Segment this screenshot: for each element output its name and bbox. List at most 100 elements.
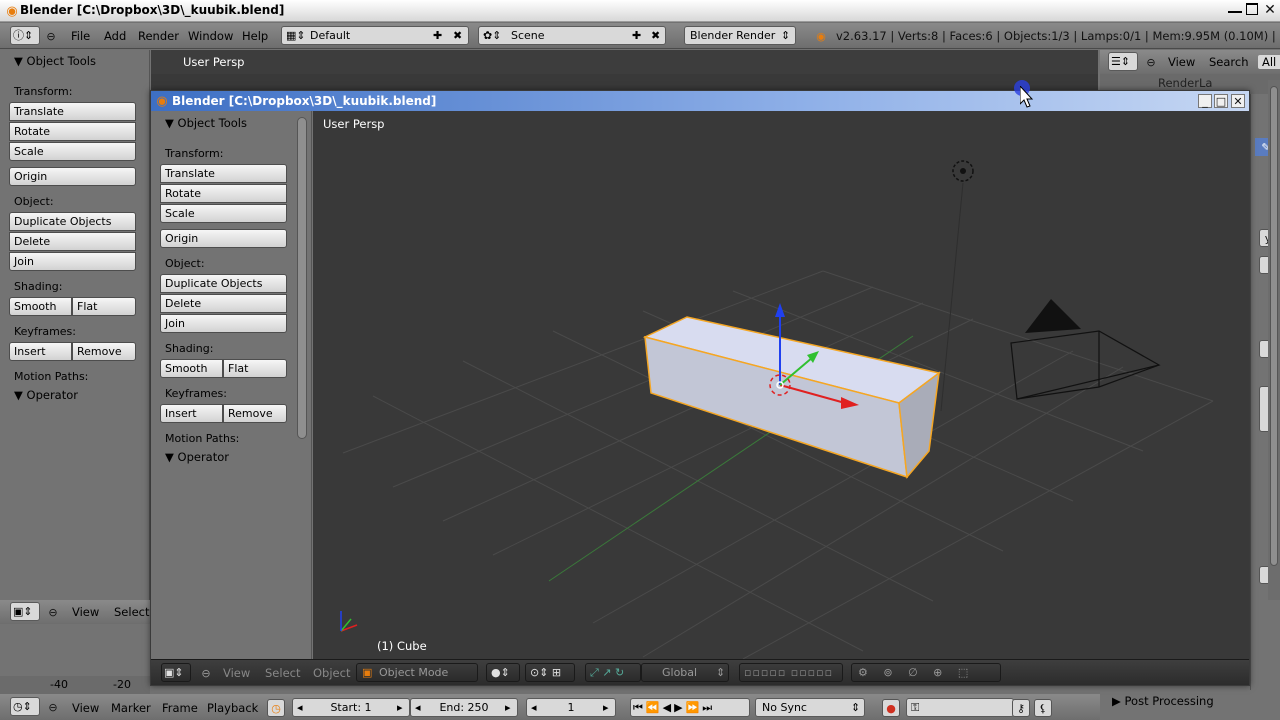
menu-add[interactable]: Add bbox=[104, 29, 126, 43]
remove-keyframe-button[interactable]: Remove bbox=[223, 404, 287, 423]
outliner-filter[interactable]: All S bbox=[1258, 55, 1280, 69]
origin-button[interactable]: Origin bbox=[160, 229, 287, 248]
maximize-icon[interactable]: □ bbox=[1214, 94, 1228, 108]
outer-scrollbar[interactable] bbox=[1268, 80, 1280, 600]
delete-keyframe-icon[interactable]: ⚸ bbox=[1034, 699, 1052, 717]
flat-button[interactable]: Flat bbox=[223, 359, 287, 378]
join-button[interactable]: Join bbox=[160, 314, 287, 333]
outliner-search-menu[interactable]: Search bbox=[1209, 55, 1249, 69]
inner-view-menu[interactable]: View bbox=[223, 666, 250, 680]
outer-tools-title[interactable]: ▼ Object Tools bbox=[14, 54, 96, 68]
transform-orientation-selector[interactable]: Global ⇕ bbox=[641, 663, 729, 682]
jump-keyframe-forward-icon[interactable]: ⏩ bbox=[686, 701, 703, 714]
outer-duplicate-button[interactable]: Duplicate Objects bbox=[9, 212, 136, 231]
outer-select-menu[interactable]: Select bbox=[114, 605, 149, 619]
sync-mode-selector[interactable]: No Sync ⇕ bbox=[755, 698, 865, 717]
rotate-button[interactable]: Rotate bbox=[160, 184, 287, 203]
jump-keyframe-back-icon[interactable]: ⏪ bbox=[646, 701, 663, 714]
duplicate-objects-button[interactable]: Duplicate Objects bbox=[160, 274, 287, 293]
record-icon[interactable]: ● bbox=[882, 699, 900, 717]
screen-layout-selector[interactable]: ▦⇕ Default ✚ ✖ bbox=[281, 26, 469, 45]
inner-3d-viewport[interactable]: User Persp (1) Cube bbox=[313, 111, 1249, 659]
maximize-icon[interactable] bbox=[1246, 3, 1258, 15]
inner-tools-title[interactable]: ▼ Object Tools bbox=[165, 116, 247, 130]
add-scene-icon[interactable]: ✚ bbox=[632, 27, 641, 44]
keying-set-field[interactable]: ⚿ bbox=[906, 698, 1014, 717]
post-processing-panel[interactable]: ▶ Post Processing bbox=[1112, 694, 1214, 708]
remove-layout-icon[interactable]: ✖ bbox=[453, 27, 462, 44]
jump-end-icon[interactable]: ⏭ bbox=[702, 701, 715, 714]
inner-title-bar[interactable]: ◉ Blender [C:\Dropbox\3D\_kuubik.blend] … bbox=[151, 91, 1249, 111]
current-frame-field[interactable]: ◂ 1 ▸ bbox=[526, 698, 616, 717]
outer-scale-button[interactable]: Scale bbox=[9, 142, 136, 161]
outer-smooth-button[interactable]: Smooth bbox=[9, 297, 72, 316]
minimize-icon[interactable] bbox=[1228, 3, 1242, 13]
arrow-left-icon[interactable]: ◂ bbox=[297, 699, 303, 716]
collapse-menu-icon[interactable]: ⊖ bbox=[44, 29, 58, 43]
jump-start-icon[interactable]: ⏮ bbox=[633, 701, 646, 714]
bottom-collapse-icon[interactable]: ⊖ bbox=[46, 605, 60, 619]
inner-collapse-icon[interactable]: ⊖ bbox=[199, 666, 213, 680]
inner-mode-selector[interactable]: ▣ Object Mode bbox=[356, 663, 478, 682]
outer-operator-panel[interactable]: ▼ Operator bbox=[14, 388, 78, 402]
close-icon[interactable]: ✕ bbox=[1262, 2, 1278, 18]
menu-file[interactable]: File bbox=[71, 29, 90, 43]
menu-render[interactable]: Render bbox=[138, 29, 179, 43]
remove-scene-icon[interactable]: ✖ bbox=[651, 27, 660, 44]
smooth-button[interactable]: Smooth bbox=[160, 359, 223, 378]
outliner-editor-selector[interactable]: ☰⇕ bbox=[1108, 52, 1138, 71]
tool-shelf-scrollbar[interactable] bbox=[297, 117, 307, 439]
menu-window[interactable]: Window bbox=[188, 29, 233, 43]
render-engine-selector[interactable]: Blender Render ⇕ bbox=[684, 26, 796, 45]
close-icon[interactable]: ✕ bbox=[1231, 94, 1245, 108]
preview-range-icon[interactable]: ◷ bbox=[267, 699, 285, 717]
outer-insert-button[interactable]: Insert bbox=[9, 342, 72, 361]
end-frame-field[interactable]: ◂ End: 250 ▸ bbox=[410, 698, 518, 717]
outer-origin-button[interactable]: Origin bbox=[9, 167, 136, 186]
minimize-icon[interactable]: _ bbox=[1198, 94, 1212, 108]
operator-panel[interactable]: ▼ Operator bbox=[165, 450, 229, 464]
arrow-right-icon[interactable]: ▸ bbox=[603, 699, 609, 716]
scrollbar-thumb[interactable] bbox=[1270, 86, 1278, 566]
insert-keyframe-icon[interactable]: ⚷ bbox=[1012, 699, 1030, 717]
outer-flat-button[interactable]: Flat bbox=[72, 297, 136, 316]
start-frame-field[interactable]: ◂ Start: 1 ▸ bbox=[292, 698, 410, 717]
play-reverse-icon[interactable]: ◀ bbox=[663, 701, 674, 714]
bottom-editor-selector[interactable]: ▣⇕ bbox=[10, 602, 40, 621]
arrow-right-icon[interactable]: ▸ bbox=[397, 699, 403, 716]
play-icon[interactable]: ▶ bbox=[674, 701, 685, 714]
arrow-left-icon[interactable]: ◂ bbox=[531, 699, 537, 716]
translate-button[interactable]: Translate bbox=[160, 164, 287, 183]
outer-title-bar[interactable]: ◉ Blender [C:\Dropbox\3D\_kuubik.blend] … bbox=[0, 0, 1280, 22]
scale-button[interactable]: Scale bbox=[160, 204, 287, 223]
arrow-left-icon[interactable]: ◂ bbox=[415, 699, 421, 716]
timeline-view-menu[interactable]: View bbox=[72, 701, 99, 715]
scene-selector[interactable]: ✿⇕ Scene ✚ ✖ bbox=[478, 26, 666, 45]
insert-keyframe-button[interactable]: Insert bbox=[160, 404, 223, 423]
outer-rotate-button[interactable]: Rotate bbox=[9, 122, 136, 141]
inner-editor-selector[interactable]: ▣⇕ bbox=[161, 663, 191, 682]
timeline-frame-menu[interactable]: Frame bbox=[162, 701, 198, 715]
pivot-selector[interactable]: ⊙⇕ ⊞ bbox=[525, 663, 575, 682]
timeline-editor-selector[interactable]: ◷⇕ bbox=[10, 697, 40, 716]
timeline-collapse-icon[interactable]: ⊖ bbox=[46, 700, 60, 714]
outliner-collapse-icon[interactable]: ⊖ bbox=[1144, 55, 1158, 69]
outer-view-menu[interactable]: View bbox=[72, 605, 99, 619]
outer-translate-button[interactable]: Translate bbox=[9, 102, 136, 121]
outliner-view-menu[interactable]: View bbox=[1168, 55, 1195, 69]
outer-join-button[interactable]: Join bbox=[9, 252, 136, 271]
add-layout-icon[interactable]: ✚ bbox=[433, 27, 442, 44]
inner-object-menu[interactable]: Object bbox=[313, 666, 350, 680]
layer-buttons[interactable]: ▫▫▫▫▫ ▫▫▫▫▫ bbox=[739, 663, 843, 682]
shading-selector[interactable]: ●⇕ bbox=[486, 663, 520, 682]
manipulator-toggles[interactable]: ⤢ ↗ ↻ bbox=[585, 663, 641, 682]
inner-select-menu[interactable]: Select bbox=[265, 666, 300, 680]
outliner-item[interactable]: RenderLa bbox=[1158, 76, 1212, 90]
inner-window[interactable]: ◉ Blender [C:\Dropbox\3D\_kuubik.blend] … bbox=[150, 90, 1250, 686]
arrow-right-icon[interactable]: ▸ bbox=[505, 699, 511, 716]
snap-toggles[interactable]: ⚙ ⊚ ∅ ⊕ ⬚ bbox=[851, 663, 1001, 682]
timeline-marker-menu[interactable]: Marker bbox=[111, 701, 151, 715]
outer-remove-button[interactable]: Remove bbox=[72, 342, 136, 361]
editor-type-selector[interactable]: ⓘ⇕ bbox=[10, 26, 40, 45]
delete-button[interactable]: Delete bbox=[160, 294, 287, 313]
